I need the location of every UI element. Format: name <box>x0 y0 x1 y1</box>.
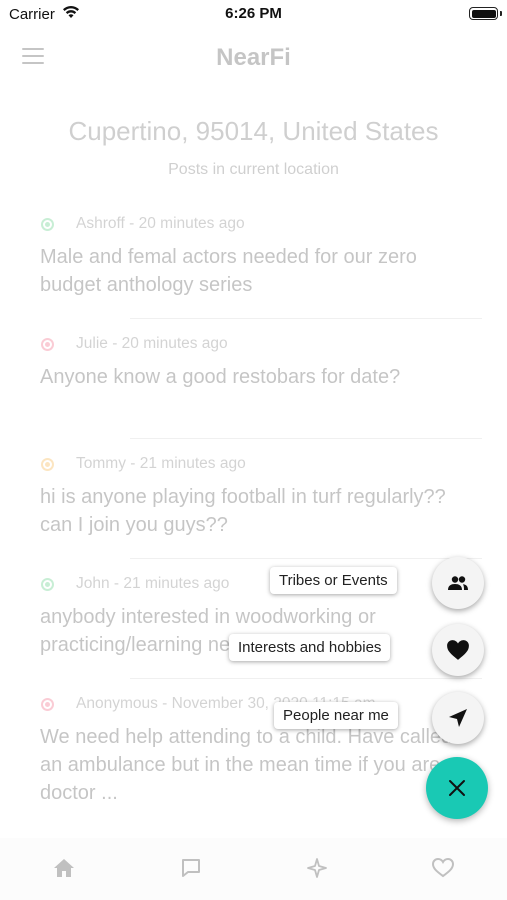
post-author: Tommy <box>76 455 126 472</box>
battery-icon <box>469 7 498 20</box>
meta-separator: - <box>157 695 172 712</box>
divider <box>130 558 482 559</box>
fab-label-people[interactable]: People near me <box>274 702 398 729</box>
chat-icon <box>182 859 200 877</box>
meta-separator: - <box>125 455 140 472</box>
post-meta: John - 21 minutes ago <box>41 575 477 593</box>
status-dot-icon <box>41 577 54 591</box>
group-icon <box>448 576 468 590</box>
location-title: Cupertino, 95014, United States <box>68 116 439 146</box>
post-item[interactable]: Ashroff - 20 minutes ago Male and femal … <box>0 201 507 321</box>
post-time: 20 minutes ago <box>138 215 245 232</box>
tab-bar <box>0 838 507 900</box>
post-author: Anonymous <box>76 695 158 712</box>
post-text: Anyone know a good restobars for date? <box>40 366 401 388</box>
post-text: hi is anyone playing football in turf re… <box>40 486 446 536</box>
tab-home[interactable] <box>52 856 76 880</box>
tab-chat[interactable] <box>179 856 203 880</box>
close-icon <box>449 780 465 796</box>
meta-separator: - <box>109 575 124 592</box>
post-author: Julie <box>76 335 108 352</box>
app-header: NearFi <box>0 30 507 86</box>
post-item[interactable]: John - 21 minutes ago anybody interested… <box>0 561 507 681</box>
post-meta: Anonymous - November 30, 2020 11:15 am <box>41 695 477 713</box>
status-dot-icon <box>41 337 54 351</box>
interests-hobbies-button[interactable] <box>432 624 484 676</box>
people-near-me-button[interactable] <box>432 692 484 744</box>
meta-separator: - <box>107 335 122 352</box>
post-text: We need help attending to a child. Have … <box>40 726 457 804</box>
post-meta: Ashroff - 20 minutes ago <box>41 215 477 233</box>
post-item[interactable]: Tommy - 21 minutes ago hi is anyone play… <box>0 441 507 561</box>
post-meta: Tommy - 21 minutes ago <box>41 455 477 473</box>
tribes-events-button[interactable] <box>432 557 484 609</box>
divider <box>130 678 482 679</box>
post-item[interactable]: Julie - 20 minutes ago Anyone know a goo… <box>0 321 507 441</box>
status-dot-icon <box>41 217 54 231</box>
app-title: NearFi <box>216 44 291 71</box>
status-dot-icon <box>41 697 54 711</box>
heart-outline-icon <box>432 858 454 878</box>
divider <box>130 438 482 439</box>
post-text: Male and femal actors needed for our zer… <box>40 246 417 296</box>
post-time: 21 minutes ago <box>123 575 230 592</box>
home-icon <box>54 859 74 877</box>
battery-cap <box>500 11 502 16</box>
post-time: 20 minutes ago <box>121 335 228 352</box>
post-author: Ashroff <box>76 215 125 232</box>
navigation-arrow-icon <box>449 709 467 727</box>
tab-explore[interactable] <box>305 856 329 880</box>
meta-separator: - <box>124 215 139 232</box>
tab-favorites[interactable] <box>431 856 455 880</box>
close-fab-button[interactable] <box>426 757 488 819</box>
sparkle-icon <box>307 858 327 878</box>
status-dot-icon <box>41 457 54 471</box>
clock: 6:26 PM <box>225 5 282 22</box>
divider <box>130 318 482 319</box>
location-subtitle: Posts in current location <box>168 161 339 178</box>
post-time: 21 minutes ago <box>139 455 246 472</box>
fab-label-interests[interactable]: Interests and hobbies <box>229 634 391 661</box>
heart-icon <box>447 640 469 660</box>
post-meta: Julie - 20 minutes ago <box>41 335 477 353</box>
post-list: Ashroff - 20 minutes ago Male and femal … <box>0 201 507 804</box>
fab-label-tribes[interactable]: Tribes or Events <box>270 567 397 594</box>
status-bar: Carrier 6:26 PM <box>0 0 507 30</box>
post-author: John <box>76 575 110 592</box>
